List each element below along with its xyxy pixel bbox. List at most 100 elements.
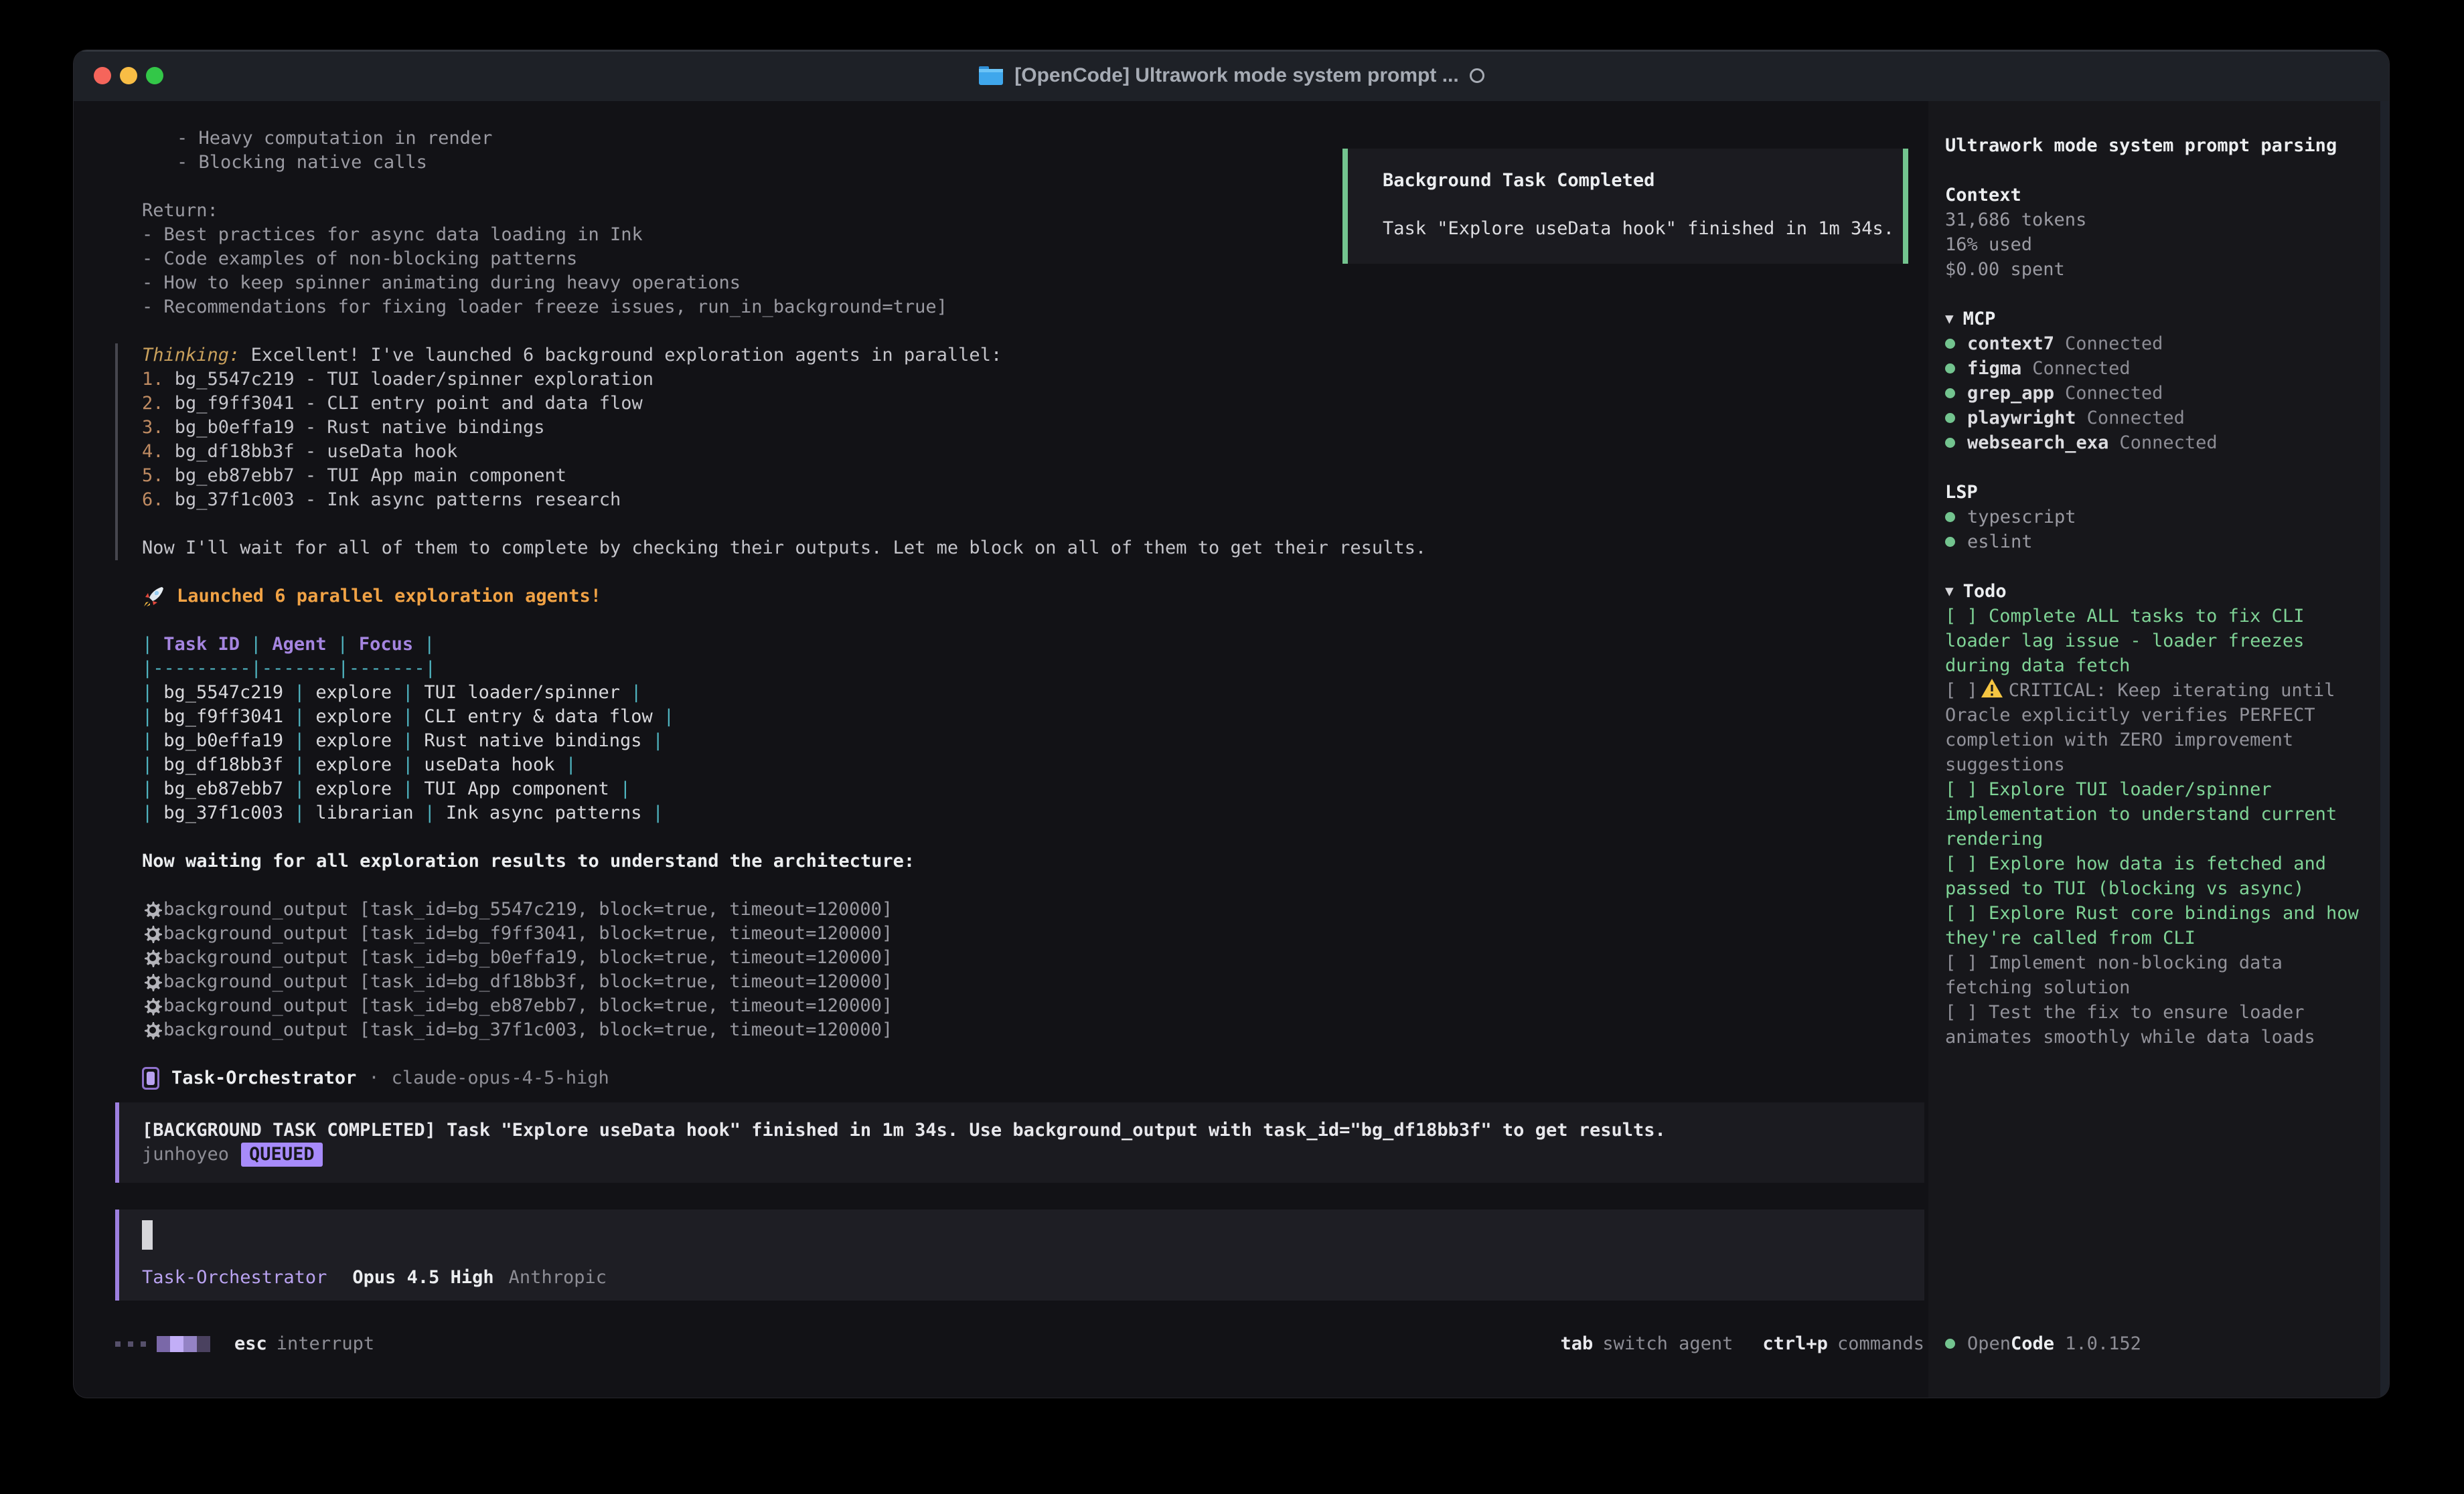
todo-list: [ ] Complete ALL tasks to fix CLI loader… [1945, 604, 2360, 1050]
activity-spinner-icon [115, 1341, 146, 1347]
tab-key-hint: tab [1561, 1332, 1594, 1356]
todo-item: [ ] Explore TUI loader/spinner implement… [1945, 777, 2360, 851]
thinking-item: 3. bg_b0effa19 - Rust native bindings [142, 416, 1924, 440]
mcp-section-toggle[interactable]: ▼ MCP [1945, 307, 2380, 331]
toast-body: Task "Explore useData hook" finished in … [1383, 217, 1895, 241]
input-agent-name: Task-Orchestrator [142, 1266, 327, 1290]
mcp-item: grep_appConnected [1945, 381, 2380, 406]
mcp-item: websearch_exaConnected [1945, 430, 2380, 455]
tool-call-line: background_output [task_id=bg_5547c219, … [115, 898, 1924, 922]
lsp-heading: LSP [1945, 480, 2380, 505]
zoom-window-button[interactable] [146, 67, 163, 84]
status-dot-icon [1945, 339, 1955, 349]
status-dot-icon [1945, 537, 1955, 547]
folder-icon [978, 65, 1004, 86]
app-window: [OpenCode] Ultrawork mode system prompt … [74, 50, 2389, 1398]
status-dot-icon [1945, 363, 1955, 374]
todo-item: [ ]CRITICAL: Keep iterating until Oracle… [1945, 678, 2360, 777]
gear-icon [142, 899, 163, 920]
tool-call-line: background_output [task_id=bg_37f1c003, … [115, 1018, 1924, 1042]
mcp-item: context7Connected [1945, 331, 2380, 356]
table-row: bg_f9ff3041exploreCLI entry & data flow [142, 705, 1924, 729]
status-dot-icon [1945, 512, 1955, 522]
gear-icon [142, 923, 163, 944]
agent-name: Task-Orchestrator [171, 1066, 356, 1090]
context-spent: $0.00 spent [1945, 257, 2380, 282]
tool-call-line: background_output [task_id=bg_df18bb3f, … [115, 970, 1924, 994]
thinking-item: 5. bg_eb87ebb7 - TUI App main component [142, 464, 1924, 488]
agent-icon [142, 1067, 159, 1090]
todo-item: [ ] Implement non-blocking data fetching… [1945, 950, 2360, 1000]
table-separator-row: |---------|-------|-------| [142, 657, 1924, 681]
queued-message-text: [BACKGROUND TASK COMPLETED] Task "Explor… [142, 1118, 1902, 1143]
text-cursor [142, 1220, 153, 1250]
mcp-item: playwrightConnected [1945, 406, 2380, 430]
thinking-item: 6. bg_37f1c003 - Ink async patterns rese… [142, 488, 1924, 512]
gear-icon [142, 971, 163, 993]
tool-call-line: background_output [task_id=bg_f9ff3041, … [115, 922, 1924, 946]
table-row: bg_eb87ebb7exploreTUI App component [142, 777, 1924, 801]
output-line: - Recommendations for fixing loader free… [142, 295, 1924, 319]
context-used: 16% used [1945, 232, 2380, 257]
agent-model: claude-opus-4-5-high [392, 1066, 609, 1090]
status-dot-icon [1945, 438, 1955, 448]
close-window-button[interactable] [94, 67, 111, 84]
ctrlp-key-hint: ctrl+p [1762, 1332, 1828, 1356]
waiting-line: Now waiting for all exploration results … [115, 849, 1924, 874]
context-tokens: 31,686 tokens [1945, 208, 2380, 232]
lsp-item: typescript [1945, 505, 2380, 529]
titlebar: [OpenCode] Ultrawork mode system prompt … [74, 50, 2389, 101]
todo-section-toggle[interactable]: ▼ Todo [1945, 579, 2380, 604]
background-task-toast[interactable]: Background Task Completed Task "Explore … [1342, 149, 1908, 264]
tool-call-line: background_output [task_id=bg_b0effa19, … [115, 946, 1924, 970]
table-header-row: Task IDAgentFocus [142, 633, 1924, 657]
task-table: Task IDAgentFocus |---------|-------|---… [115, 633, 1924, 825]
status-dot-icon [1945, 388, 1955, 398]
thinking-item: 1. bg_5547c219 - TUI loader/spinner expl… [142, 367, 1924, 392]
thinking-item: 2. bg_f9ff3041 - CLI entry point and dat… [142, 392, 1924, 416]
status-dot-icon [1945, 413, 1955, 423]
thinking-label: Thinking: [142, 345, 240, 365]
thinking-intro: Thinking: Excellent! I've launched 6 bac… [142, 343, 1924, 367]
thinking-outro: Now I'll wait for all of them to complet… [142, 536, 1924, 560]
lsp-item: eslint [1945, 529, 2380, 554]
todo-item: [ ] Explore how data is fetched and pass… [1945, 851, 2360, 901]
mcp-item: figmaConnected [1945, 356, 2380, 381]
rocket-icon [142, 584, 166, 608]
gear-icon [142, 947, 163, 969]
tool-call-line: background_output [task_id=bg_eb87ebb7, … [115, 994, 1924, 1018]
agent-status-line: Task-Orchestrator · claude-opus-4-5-high [115, 1066, 1924, 1090]
context-heading: Context [1945, 183, 2380, 208]
todo-item: [ ] Test the fix to ensure loader animat… [1945, 1000, 2360, 1050]
prompt-input[interactable]: Task-Orchestrator Opus 4.5 High Anthropi… [115, 1210, 1924, 1301]
table-row: bg_df18bb3fexploreuseData hook [142, 753, 1924, 777]
minimize-window-button[interactable] [120, 67, 137, 84]
todo-item: [ ] Explore Rust core bindings and how t… [1945, 901, 2360, 950]
tool-call-list: background_output [task_id=bg_5547c219, … [115, 898, 1924, 1042]
announcement-text: Launched 6 parallel exploration agents! [177, 584, 601, 608]
toast-title: Background Task Completed [1383, 169, 1895, 193]
chevron-down-icon: ▼ [1945, 307, 1954, 331]
status-dot-icon [1945, 1339, 1955, 1349]
table-row: bg_5547c219exploreTUI loader/spinner [142, 681, 1924, 705]
chevron-down-icon: ▼ [1945, 579, 1954, 604]
output-line: - Heavy computation in render [177, 127, 1924, 151]
sidebar: Ultrawork mode system prompt parsing Con… [1928, 101, 2380, 1398]
gear-icon [142, 1019, 163, 1041]
todo-item: [ ] Complete ALL tasks to fix CLI loader… [1945, 604, 2360, 678]
session-title: Ultrawork mode system prompt parsing [1945, 133, 2380, 158]
output-line: - How to keep spinner animating during h… [142, 271, 1924, 295]
thinking-block: Thinking: Excellent! I've launched 6 bac… [115, 343, 1924, 560]
queued-badge: QUEUED [241, 1143, 323, 1167]
traffic-lights [94, 67, 163, 84]
app-version: OpenCode 1.0.152 [1945, 1331, 2141, 1356]
gear-icon [142, 995, 163, 1017]
input-model-name: Opus 4.5 High [352, 1266, 493, 1290]
message-user: junhoyeo [142, 1143, 229, 1167]
warning-icon [1981, 678, 2003, 698]
table-row: bg_37f1c003librarianInk async patterns [142, 801, 1924, 825]
status-bar: esc interrupt tab switch agent ctrl+p co… [115, 1332, 1924, 1356]
scrollbar[interactable] [2380, 101, 2389, 1398]
announcement-line: Launched 6 parallel exploration agents! [115, 584, 1924, 608]
loading-spinner-icon [1470, 68, 1484, 83]
